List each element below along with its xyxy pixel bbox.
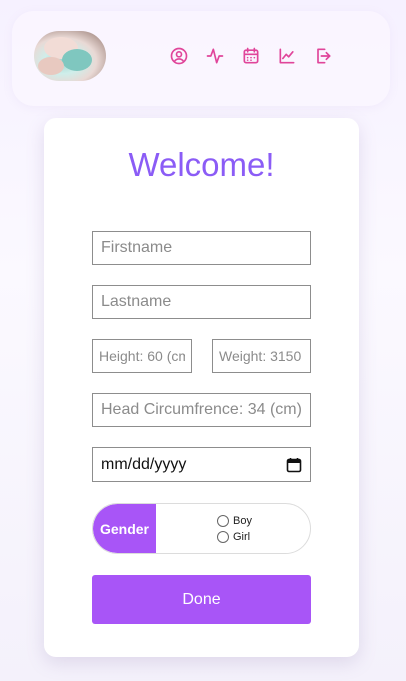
logo-shape	[38, 57, 64, 75]
chart-line-icon[interactable]	[275, 44, 299, 68]
head-circumference-input[interactable]	[92, 393, 311, 427]
gender-option-label: Girl	[233, 531, 251, 543]
baby-photo-logo[interactable]	[34, 31, 106, 81]
radio-girl[interactable]	[217, 531, 229, 543]
gender-option-girl[interactable]: Girl	[217, 531, 250, 543]
calendar-picker-icon[interactable]	[286, 457, 302, 473]
user-circle-icon[interactable]	[167, 44, 191, 68]
gender-option-boy[interactable]: Boy	[217, 515, 252, 527]
gender-selector: Gender Boy Girl	[92, 503, 311, 554]
top-nav-bar	[12, 11, 390, 106]
logo-shape	[62, 49, 92, 71]
welcome-form-card: Welcome! mm/dd/yyyy Gender Boy Girl Done	[44, 118, 359, 657]
gender-option-label: Boy	[233, 515, 252, 527]
logout-icon[interactable]	[311, 44, 335, 68]
nav-icons	[167, 44, 335, 68]
lastname-input[interactable]	[92, 285, 311, 319]
page-title: Welcome!	[128, 146, 275, 183]
radio-boy[interactable]	[217, 515, 229, 527]
done-button[interactable]: Done	[92, 575, 311, 624]
gender-label: Gender	[93, 504, 156, 553]
activity-icon[interactable]	[203, 44, 227, 68]
height-input[interactable]	[92, 339, 192, 373]
weight-input[interactable]	[212, 339, 311, 373]
calendar-icon[interactable]	[239, 44, 263, 68]
date-placeholder: mm/dd/yyyy	[101, 455, 187, 473]
firstname-input[interactable]	[92, 231, 311, 265]
birthdate-input[interactable]: mm/dd/yyyy	[92, 447, 311, 482]
